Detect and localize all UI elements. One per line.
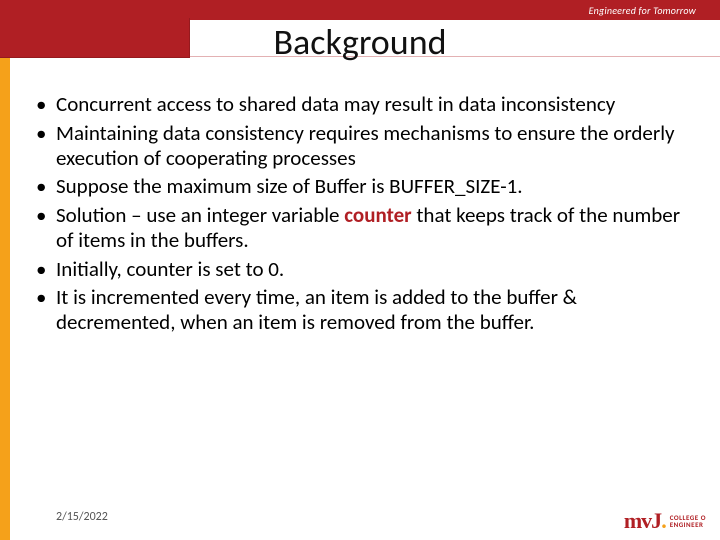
list-item: Concurrent access to shared data may res… [34, 92, 686, 117]
footer-logo: mvJ. COLLEGE O ENGINEER [624, 508, 706, 534]
list-item: Maintaining data consistency requires me… [34, 121, 686, 171]
list-item: Solution – use an integer variable count… [34, 203, 686, 253]
footer-date: 2/15/2022 [56, 510, 108, 524]
bullet-text: Initially, counter is set to 0. [56, 256, 284, 282]
bullet-text: Maintaining data consistency requires me… [56, 120, 675, 171]
slide-body: Concurrent access to shared data may res… [34, 92, 686, 339]
bullet-text-pre: Solution – use an integer variable [56, 202, 344, 228]
logo-dot-icon: . [661, 508, 666, 533]
logo-line-2: ENGINEER [670, 521, 706, 528]
list-item: Suppose the maximum size of Buffer is BU… [34, 174, 686, 199]
left-orange-strip [0, 58, 10, 540]
bullet-text: Concurrent access to shared data may res… [56, 91, 615, 117]
bullet-list: Concurrent access to shared data may res… [34, 92, 686, 335]
bullet-text: Suppose the maximum size of Buffer is BU… [56, 173, 523, 199]
slide-title: Background [0, 20, 720, 64]
logo-mark: mvJ. [624, 508, 666, 534]
bullet-text: It is incremented every time, an item is… [56, 284, 577, 335]
highlight-word-counter: counter [344, 202, 411, 228]
logo-text: COLLEGE O ENGINEER [670, 514, 706, 528]
list-item: It is incremented every time, an item is… [34, 285, 686, 335]
list-item: Initially, counter is set to 0. [34, 257, 686, 282]
logo-mark-text: mvJ [624, 508, 661, 533]
tagline: Engineered for Tomorrow [589, 0, 696, 20]
